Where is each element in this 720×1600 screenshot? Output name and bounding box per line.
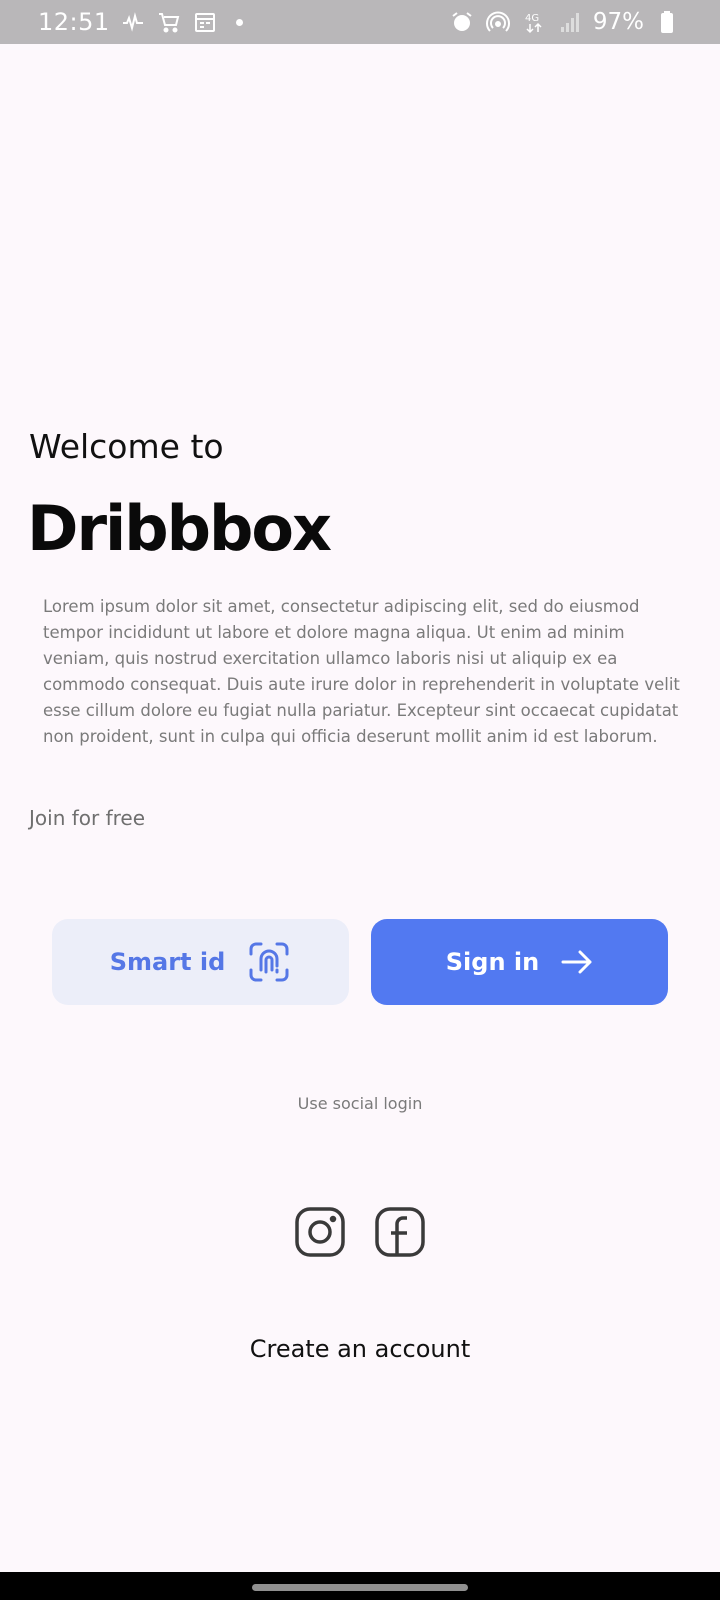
status-time: 12:51 <box>38 8 110 36</box>
cart-icon <box>156 9 182 35</box>
activity-icon <box>120 9 146 35</box>
arrow-right-icon <box>561 950 593 974</box>
social-login-row <box>0 1206 720 1258</box>
join-for-free-text: Join for free <box>29 806 146 830</box>
status-left: 12:51 <box>38 8 243 36</box>
smart-id-label: Smart id <box>109 948 226 976</box>
create-account-link[interactable]: Create an account <box>0 1335 720 1363</box>
smart-id-button[interactable]: Smart id <box>52 919 349 1005</box>
welcome-description: Lorem ipsum dolor sit amet, consectetur … <box>43 597 680 746</box>
social-login-label: Use social login <box>297 1094 423 1113</box>
calendar-icon <box>192 9 218 35</box>
notification-dot <box>235 18 243 26</box>
svg-text:4G: 4G <box>525 13 539 24</box>
battery-percentage: 97% <box>592 9 644 35</box>
sign-in-button[interactable]: Sign in <box>371 919 668 1005</box>
signal-icon <box>557 9 583 35</box>
fingerprint-scan-icon <box>247 940 291 984</box>
facebook-icon[interactable] <box>374 1206 426 1258</box>
instagram-icon[interactable] <box>294 1206 346 1258</box>
4g-icon: 4G <box>521 9 547 35</box>
status-bar: 12:51 4G 97% <box>0 0 720 44</box>
sign-in-label: Sign in <box>445 948 540 976</box>
battery-icon <box>654 9 680 35</box>
alarm-icon <box>449 9 475 35</box>
brand-title: Dribbbox <box>27 492 332 565</box>
status-right: 4G 97% <box>449 9 680 35</box>
hotspot-icon <box>485 9 511 35</box>
welcome-subtitle: Welcome to <box>29 427 224 466</box>
home-gesture-handle[interactable] <box>252 1584 468 1591</box>
